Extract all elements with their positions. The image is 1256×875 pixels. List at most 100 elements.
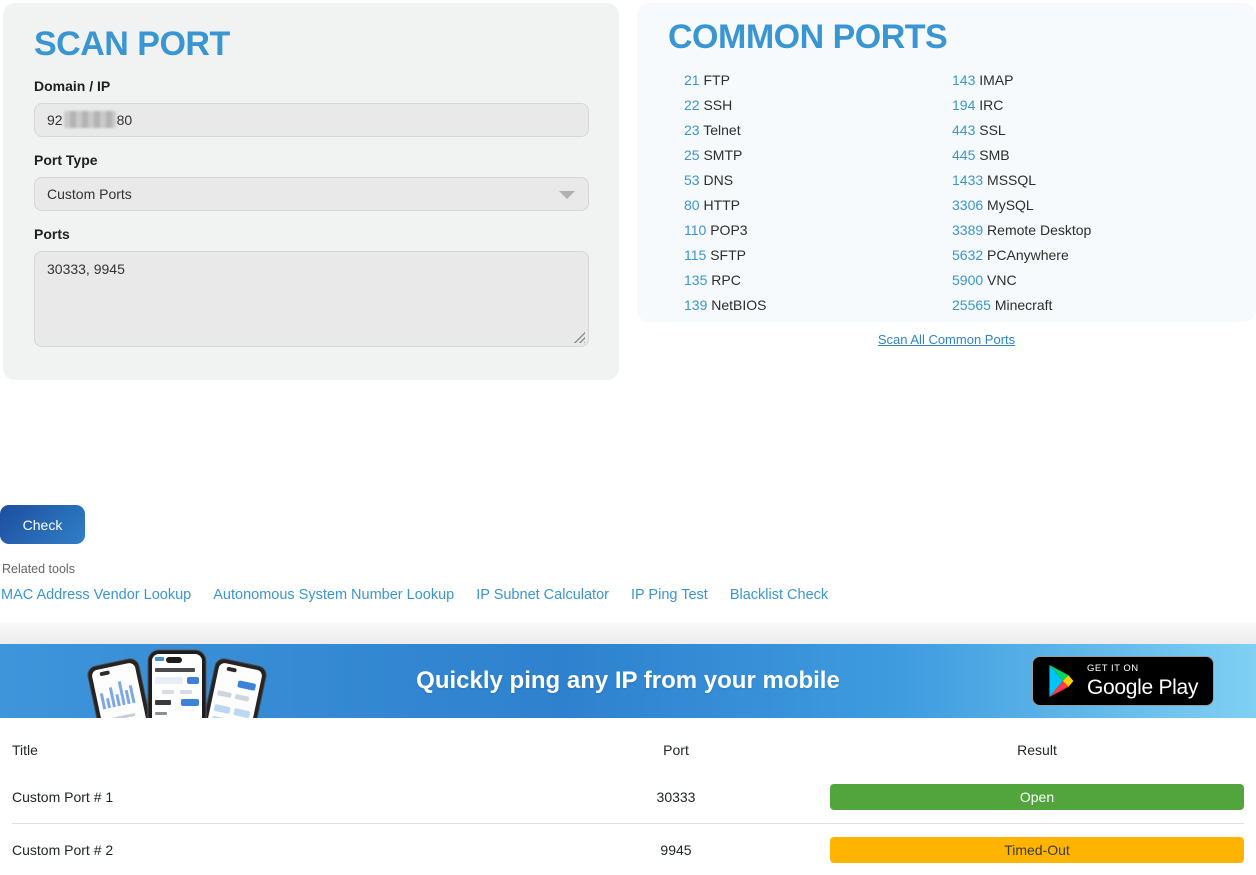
domain-value-prefix: 92 <box>47 112 63 128</box>
domain-input[interactable]: 92 80 <box>34 103 589 137</box>
ports-value: 30333, 9945 <box>47 261 125 277</box>
common-port-link[interactable]: 1433 MSSQL <box>952 168 1091 193</box>
port-name: SFTP <box>710 247 746 263</box>
port-name: FTP <box>703 72 729 88</box>
port-number: 139 <box>684 297 707 313</box>
common-port-link[interactable]: 5900 VNC <box>952 268 1091 293</box>
scan-port-title: SCAN PORT <box>34 25 589 64</box>
google-play-text: GET IT ON Google Play <box>1087 664 1198 698</box>
domain-label: Domain / IP <box>34 78 589 94</box>
scan-results-section: Title Port Result Custom Port # 1 30333 … <box>0 718 1256 875</box>
related-tool-link[interactable]: IP Ping Test <box>631 587 708 603</box>
header-result: Result <box>830 718 1244 771</box>
table-row: Custom Port # 2 9945 Timed-Out <box>12 824 1244 875</box>
common-ports-title: COMMON PORTS <box>668 18 1256 57</box>
port-type-select[interactable]: Custom Ports <box>34 177 589 211</box>
port-number: 80 <box>684 197 700 213</box>
common-port-link[interactable]: 194 IRC <box>952 93 1091 118</box>
port-number: 5632 <box>952 247 983 263</box>
common-ports-column-2: 143 IMAP194 IRC443 SSL445 SMB1433 MSSQL3… <box>952 68 1091 318</box>
common-port-link[interactable]: 139 NetBIOS <box>684 293 767 318</box>
common-port-link[interactable]: 3306 MySQL <box>952 193 1091 218</box>
port-name: Telnet <box>703 122 740 138</box>
port-number: 3389 <box>952 222 983 238</box>
common-port-link[interactable]: 443 SSL <box>952 118 1091 143</box>
row-title: Custom Port # 2 <box>12 824 522 875</box>
chevron-down-icon <box>559 191 575 199</box>
related-tool-link[interactable]: IP Subnet Calculator <box>476 587 609 603</box>
port-number: 1433 <box>952 172 983 188</box>
status-badge: Timed-Out <box>830 837 1244 863</box>
resize-grip-icon[interactable] <box>573 331 585 343</box>
port-number: 135 <box>684 272 707 288</box>
port-name: VNC <box>987 272 1017 288</box>
check-button[interactable]: Check <box>0 505 85 544</box>
google-play-line2: Google Play <box>1087 677 1198 698</box>
common-port-link[interactable]: 3389 Remote Desktop <box>952 218 1091 243</box>
domain-value-suffix: 80 <box>117 112 133 128</box>
results-header-row: Title Port Result <box>12 718 1244 771</box>
port-name: MySQL <box>987 197 1034 213</box>
row-port: 30333 <box>522 771 830 824</box>
port-number: 110 <box>684 222 706 238</box>
port-name: SSH <box>703 97 732 113</box>
common-port-link[interactable]: 135 RPC <box>684 268 767 293</box>
port-name: SMTP <box>703 147 742 163</box>
port-name: SSL <box>979 122 1005 138</box>
port-name: HTTP <box>703 197 740 213</box>
port-name: Remote Desktop <box>987 222 1091 238</box>
scan-all-wrap: Scan All Common Ports <box>637 331 1256 349</box>
port-number: 23 <box>684 122 700 138</box>
results-table: Title Port Result Custom Port # 1 30333 … <box>12 718 1244 875</box>
common-port-link[interactable]: 445 SMB <box>952 143 1091 168</box>
status-badge: Open <box>830 784 1244 810</box>
ports-textarea[interactable]: 30333, 9945 <box>34 251 589 347</box>
section-divider <box>0 622 1256 644</box>
common-ports-panel: COMMON PORTS 21 FTP22 SSH23 Telnet25 SMT… <box>637 3 1256 322</box>
row-port: 9945 <box>522 824 830 875</box>
phones-mockup-image <box>84 648 270 718</box>
related-tool-link[interactable]: Blacklist Check <box>730 587 828 603</box>
port-scanner-page: SCAN PORT Domain / IP 92 80 Port Type Cus… <box>0 0 1256 875</box>
common-port-link[interactable]: 22 SSH <box>684 93 767 118</box>
header-title: Title <box>12 718 522 771</box>
banner-headline: Quickly ping any IP from your mobile <box>416 667 840 695</box>
google-play-line1: GET IT ON <box>1087 664 1198 674</box>
common-port-link[interactable]: 53 DNS <box>684 168 767 193</box>
header-port: Port <box>522 718 830 771</box>
port-name: SMB <box>979 147 1009 163</box>
port-name: RPC <box>711 272 741 288</box>
common-port-link[interactable]: 80 HTTP <box>684 193 767 218</box>
ports-label: Ports <box>34 226 589 242</box>
port-number: 22 <box>684 97 700 113</box>
scan-all-common-ports-link[interactable]: Scan All Common Ports <box>878 332 1015 347</box>
port-number: 25565 <box>952 297 991 313</box>
related-tools-label: Related tools <box>2 562 75 576</box>
common-port-link[interactable]: 143 IMAP <box>952 68 1091 93</box>
common-ports-column-1: 21 FTP22 SSH23 Telnet25 SMTP53 DNS80 HTT… <box>684 68 767 318</box>
port-name: IMAP <box>979 72 1013 88</box>
table-row: Custom Port # 1 30333 Open <box>12 771 1244 824</box>
port-number: 53 <box>684 172 700 188</box>
google-play-icon <box>1047 665 1075 697</box>
results-body: Custom Port # 1 30333 Open Custom Port #… <box>12 771 1244 875</box>
row-title: Custom Port # 1 <box>12 771 522 824</box>
port-number: 115 <box>684 247 706 263</box>
related-tool-link[interactable]: Autonomous System Number Lookup <box>213 587 454 603</box>
common-port-link[interactable]: 25565 Minecraft <box>952 293 1091 318</box>
port-name: DNS <box>703 172 733 188</box>
common-port-link[interactable]: 115 SFTP <box>684 243 767 268</box>
google-play-badge[interactable]: GET IT ON Google Play <box>1032 656 1214 706</box>
port-number: 5900 <box>952 272 983 288</box>
common-port-link[interactable]: 110 POP3 <box>684 218 767 243</box>
common-port-link[interactable]: 25 SMTP <box>684 143 767 168</box>
common-port-link[interactable]: 23 Telnet <box>684 118 767 143</box>
mobile-app-banner: Quickly ping any IP from your mobile GET… <box>0 644 1256 718</box>
common-port-link[interactable]: 21 FTP <box>684 68 767 93</box>
port-name: PCAnywhere <box>987 247 1069 263</box>
related-tool-link[interactable]: MAC Address Vendor Lookup <box>1 587 191 603</box>
port-name: MSSQL <box>987 172 1036 188</box>
port-number: 3306 <box>952 197 983 213</box>
common-port-link[interactable]: 5632 PCAnywhere <box>952 243 1091 268</box>
port-type-label: Port Type <box>34 152 589 168</box>
